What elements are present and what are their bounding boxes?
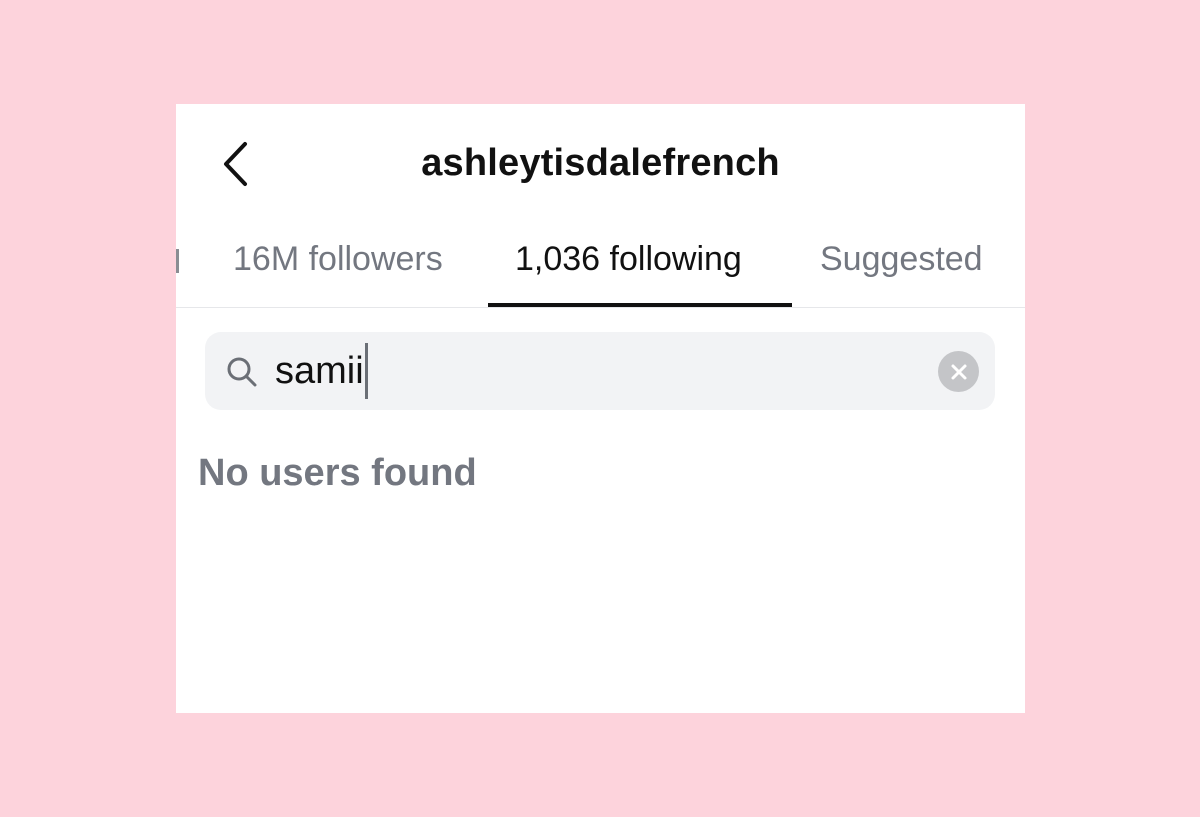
tab-following[interactable]: 1,036 following <box>515 240 742 279</box>
hidden-tab-edge <box>176 249 179 273</box>
search-icon <box>227 357 257 387</box>
tabs-divider <box>176 307 1025 308</box>
search-input-value: samii <box>275 349 364 392</box>
no-results-message: No users found <box>198 452 477 494</box>
search-input[interactable]: samii <box>275 343 368 399</box>
search-bar[interactable]: samii <box>205 332 995 410</box>
clear-search-button[interactable] <box>938 351 979 392</box>
profile-username-title: ashleytisdalefrench <box>421 142 780 184</box>
following-panel: ashleytisdalefrench 16M followers 1,036 … <box>176 104 1025 713</box>
tab-suggested[interactable]: Suggested <box>820 240 983 279</box>
tab-followers[interactable]: 16M followers <box>233 240 443 279</box>
clear-circle-icon <box>951 364 966 379</box>
text-cursor <box>364 343 368 399</box>
